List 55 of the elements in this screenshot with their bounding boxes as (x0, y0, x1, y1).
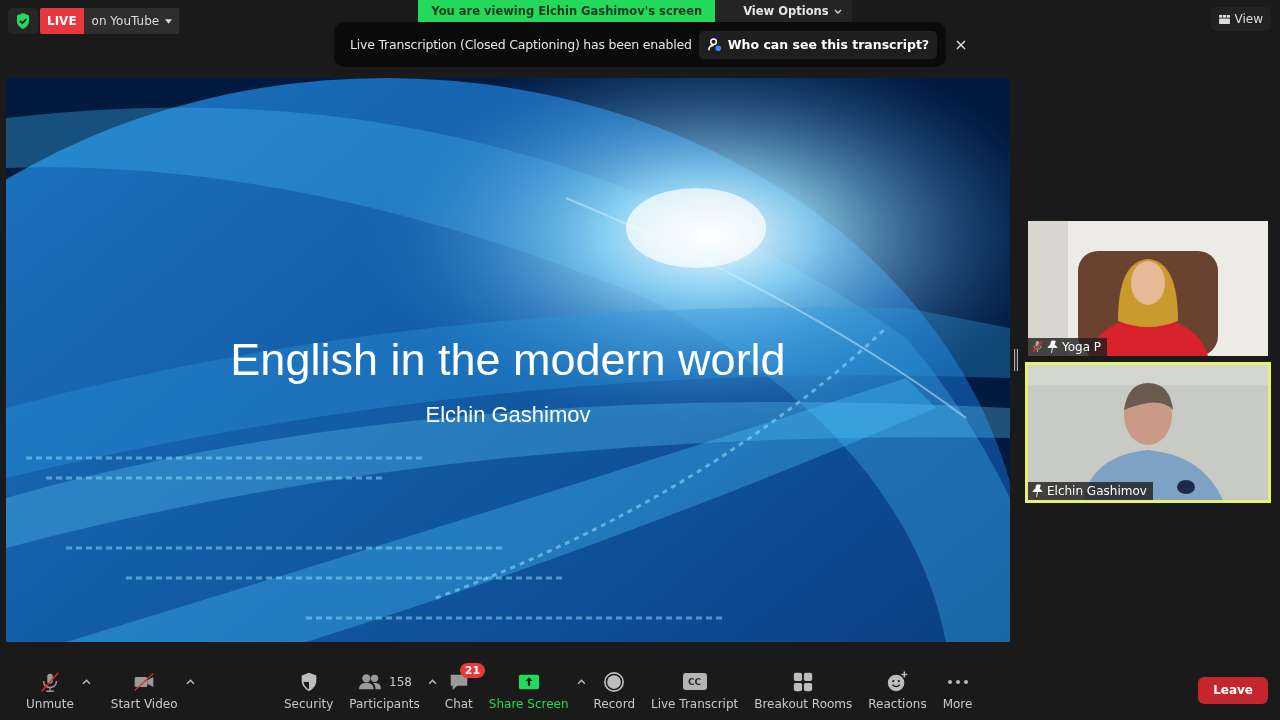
participant-name: Elchin Gashimov (1047, 483, 1147, 498)
more-button[interactable]: More (934, 666, 981, 714)
caret-icon[interactable] (576, 679, 586, 685)
transcript-visibility-button[interactable]: Who can see this transcript? (698, 30, 938, 59)
live-stream-button[interactable]: LIVE on YouTube (40, 8, 180, 34)
participant-count: 158 (389, 674, 412, 689)
toolbar-label: Start Video (110, 696, 178, 711)
record-icon (603, 670, 626, 693)
dropdown-arrow-icon (165, 18, 173, 24)
breakout-button[interactable]: Breakout Rooms (746, 666, 861, 714)
toolbar-label: Security (284, 696, 334, 711)
gallery-icon (1218, 14, 1230, 24)
participant-video[interactable]: Elchin Gashimov (1025, 361, 1271, 503)
viewing-banner: You are viewing Elchin Gashimov's screen (418, 0, 716, 22)
unread-badge: 21 (459, 662, 486, 678)
closed-captions-icon: CC (682, 673, 707, 690)
shield-icon[interactable] (8, 8, 38, 34)
toolbar-label: Chat (444, 696, 473, 711)
participant-video[interactable]: Yoga P (1025, 217, 1271, 359)
toolbar-label: Breakout Rooms (754, 696, 853, 711)
record-button[interactable]: Record (585, 666, 643, 714)
participant-name: Yoga P (1062, 339, 1102, 354)
resize-handle-icon[interactable] (1014, 349, 1018, 371)
toolbar-label: Share Screen (488, 696, 569, 711)
slide-title: English in the modern world (230, 334, 786, 386)
toolbar-label: Participants (349, 696, 420, 711)
pin-icon (1032, 484, 1043, 497)
cc-button[interactable]: CC Live Transcript (643, 666, 747, 714)
view-options-button[interactable]: View Options (715, 0, 852, 22)
toolbar-label: Live Transcript (651, 696, 739, 711)
mic-off-button[interactable]: Unmute (18, 666, 82, 714)
caret-icon[interactable] (185, 679, 195, 685)
toolbar-label: Unmute (26, 696, 74, 711)
view-button[interactable]: View (1210, 7, 1271, 31)
video-off-icon (133, 670, 156, 693)
reactions-button[interactable]: Reactions (860, 666, 935, 714)
more-dots-icon (947, 679, 968, 684)
pin-icon (1047, 340, 1058, 353)
smiley-plus-icon (886, 670, 909, 693)
video-off-button[interactable]: Start Video (102, 666, 186, 714)
chevron-down-icon (833, 8, 842, 14)
notification-text: Live Transcription (Closed Captioning) has been enabled (350, 37, 692, 52)
grid-icon (792, 670, 815, 693)
muted-microphone-icon (38, 670, 61, 693)
toolbar-label: More (942, 696, 973, 711)
toolbar-label: Record (593, 696, 635, 711)
slide-subtitle: Elchin Gashimov (425, 402, 591, 428)
close-button[interactable]: × (944, 35, 978, 54)
caret-icon[interactable] (81, 679, 91, 685)
security-button[interactable]: Security (276, 666, 342, 714)
leave-button[interactable]: Leave (1198, 676, 1268, 704)
caret-icon[interactable] (427, 679, 437, 685)
person-icon (706, 37, 722, 52)
toolbar-label: Reactions (868, 696, 927, 711)
participants-button[interactable]: 158 Participants (341, 666, 428, 714)
